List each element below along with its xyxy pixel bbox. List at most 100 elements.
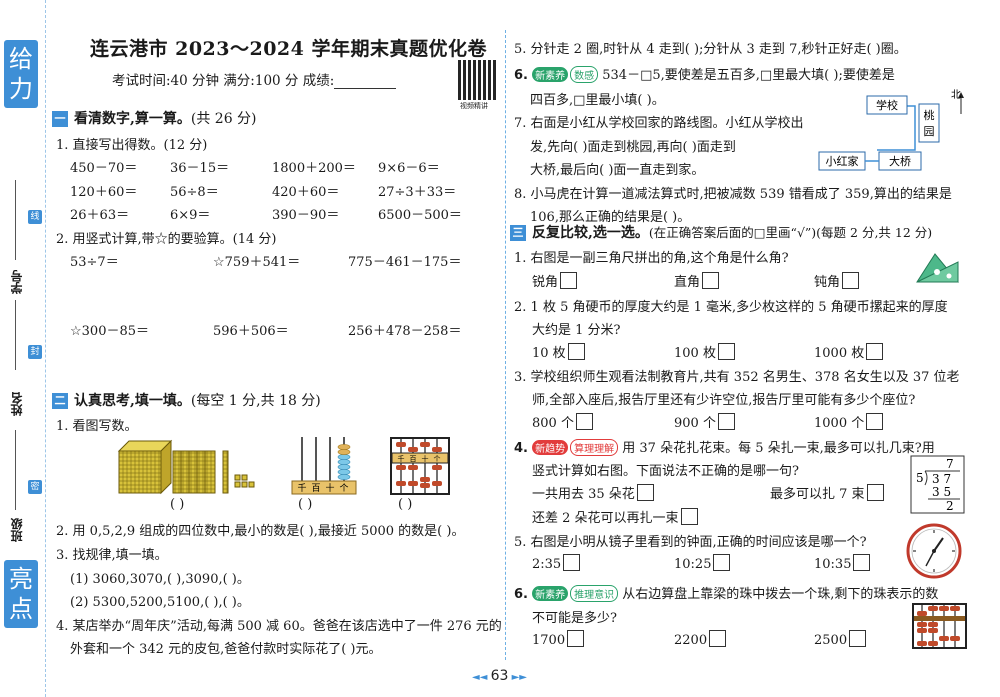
- section-2-note: (每空 1 分,共 18 分): [190, 393, 321, 409]
- option: 一共用去 35 朵花: [532, 483, 654, 502]
- svg-text:园: 园: [924, 125, 935, 138]
- map-label-home: 小红家: [826, 154, 859, 168]
- mirror-clock-figure: [906, 523, 962, 579]
- section-1-note: (共 26 分): [190, 111, 257, 127]
- section-3-title: 反复比较,选一选。: [532, 225, 649, 241]
- s2-q3: 3. 找规律,填一填。: [56, 548, 168, 563]
- name-line: [15, 300, 16, 370]
- check-box[interactable]: [702, 272, 720, 289]
- check-box[interactable]: [849, 630, 867, 647]
- qr-label: 视频精讲: [460, 102, 488, 110]
- qr-code[interactable]: [458, 60, 498, 100]
- map-label-school: 学校: [876, 98, 898, 112]
- north-label: 北: [951, 89, 961, 101]
- s3-q2-line1: 2. 1 枚 5 角硬币的厚度大约是 1 毫米,多少枚这样的 5 角硬币摞起来的…: [514, 300, 948, 315]
- check-box[interactable]: [560, 272, 578, 289]
- check-box[interactable]: [713, 554, 731, 571]
- calc-item: 56÷8＝: [170, 185, 219, 200]
- calc-item: 1800＋200＝: [272, 161, 356, 176]
- s2-q4-line2: 外套和一个 342 元的皮包,爸爸付款时实际花了( )元。: [70, 642, 382, 657]
- answer-blank[interactable]: ( ): [398, 497, 412, 512]
- check-box[interactable]: [842, 272, 860, 289]
- calc-item: 390－90＝: [272, 208, 340, 223]
- place-label: 十: [325, 482, 334, 494]
- r-q8-line1: 8. 小马虎在计算一道减法算式时,把被减数 539 错看成了 359,算出的结果…: [514, 187, 952, 202]
- tag-new-literacy: 新素养: [532, 67, 569, 82]
- check-box[interactable]: [709, 630, 727, 647]
- s3-q4-line1: 4. 新趋势 算理理解 用 37 朵花扎花束。每 5 朵扎一束,最多可以扎几束?用: [514, 439, 935, 456]
- check-box[interactable]: [636, 484, 654, 501]
- section-1-heading: 一看清数字,算一算。(共 26 分): [52, 108, 257, 128]
- check-box[interactable]: [680, 508, 698, 525]
- div-quotient: 7: [946, 457, 954, 471]
- place-label: 千: [398, 454, 405, 463]
- option: 2500: [814, 630, 867, 648]
- cut-mark: 线: [28, 210, 42, 224]
- s3-q2-line2: 大约是 1 分米?: [532, 323, 621, 338]
- option: 2200: [674, 630, 727, 648]
- tag-new-literacy: 新素养: [532, 586, 569, 601]
- option: 钝角: [814, 271, 860, 290]
- vertical-calc: 256＋478－258＝: [348, 324, 462, 339]
- top-tab: 给力: [4, 40, 38, 108]
- s3-q5: 5. 右图是小明从镜子里看到的钟面,正确的时间应该是哪一个?: [514, 535, 867, 550]
- option: 直角: [674, 271, 720, 290]
- check-box[interactable]: [567, 343, 585, 360]
- thousand-cube: [117, 439, 173, 495]
- vertical-calc: ☆759＋541＝: [213, 255, 301, 270]
- tag-new-trend: 新趋势: [532, 440, 569, 455]
- place-label: 个: [339, 483, 348, 494]
- s3-q3-line2: 师,全部入座后,报告厅里还有少许空位,报告厅里可能有多少个座位?: [532, 393, 916, 408]
- q6-text: 534－□5,要使差是五百多,□里最大填( );要使差是: [602, 68, 895, 83]
- suanpan-abacus: 千 百 十 个: [390, 437, 450, 495]
- place-label: 百: [311, 483, 320, 494]
- answer-blank[interactable]: ( ): [170, 497, 184, 512]
- div-product: 3 5: [932, 485, 951, 499]
- check-box[interactable]: [563, 554, 581, 571]
- meta-text: 考试时间:40 分钟 满分:100 分 成绩:: [112, 73, 335, 89]
- hundred-flats: [172, 450, 216, 494]
- page-title: 连云港市 2023～2024 学年期末真题优化卷: [90, 38, 487, 60]
- option: 900 个: [674, 412, 735, 431]
- s1-q1: 1. 直接写出得数。(12 分): [56, 138, 208, 153]
- s3-q6-line2: 不可能是多少?: [532, 611, 617, 626]
- r-q7-line2: 发,先向( )面走到桃园,再向( )面走到: [530, 140, 736, 155]
- check-box[interactable]: [866, 343, 884, 360]
- place-label: 十: [422, 454, 429, 463]
- s1-q2: 2. 用竖式计算,带☆的要验算。(14 分): [56, 232, 277, 247]
- cut-mark: 密: [28, 480, 42, 494]
- check-box[interactable]: [717, 343, 735, 360]
- r-q5: 5. 分针走 2 圈,时针从 4 走到( );分针从 3 走到 7,秒针正好走(…: [514, 42, 907, 57]
- tag-number-sense: 数感: [570, 66, 599, 83]
- option: 1700: [532, 630, 585, 648]
- svg-text:桃: 桃: [924, 108, 935, 122]
- place-label: 千: [297, 483, 306, 494]
- option: 10:35: [814, 554, 871, 572]
- check-box[interactable]: [853, 554, 871, 571]
- section-2-num: 二: [52, 393, 68, 409]
- answer-blank[interactable]: ( ): [298, 497, 312, 512]
- div-dividend: 3 7: [932, 472, 951, 486]
- check-box[interactable]: [717, 413, 735, 430]
- id-line: [15, 180, 16, 260]
- check-box[interactable]: [866, 484, 884, 501]
- vertical-calc: 596＋506＝: [213, 324, 289, 339]
- section-1-num: 一: [52, 111, 68, 127]
- check-box[interactable]: [575, 413, 593, 430]
- check-box[interactable]: [866, 413, 884, 430]
- tag-reasoning: 算理理解: [570, 439, 619, 456]
- suanpan-question-figure: [912, 603, 967, 649]
- s2-q3-2: (2) 5300,5200,5100,( ),( )。: [70, 595, 250, 610]
- place-label: 个: [434, 455, 441, 463]
- option: 2:35: [532, 554, 581, 572]
- s3-q4-line2: 竖式计算如右图。下面说法不正确的是哪一句?: [532, 464, 799, 479]
- score-blank[interactable]: [334, 76, 397, 89]
- vertical-calc: ☆300－85＝: [70, 324, 150, 339]
- map-label-bridge: 大桥: [889, 154, 911, 168]
- section-1-title: 看清数字,算一算。: [74, 111, 191, 127]
- label-banji: 班级: [10, 518, 24, 542]
- bottom-tab: 亮点: [4, 560, 38, 628]
- calc-item: 9×6－6＝: [378, 161, 440, 176]
- label-xuehao: 学号: [10, 270, 24, 294]
- check-box[interactable]: [567, 630, 585, 647]
